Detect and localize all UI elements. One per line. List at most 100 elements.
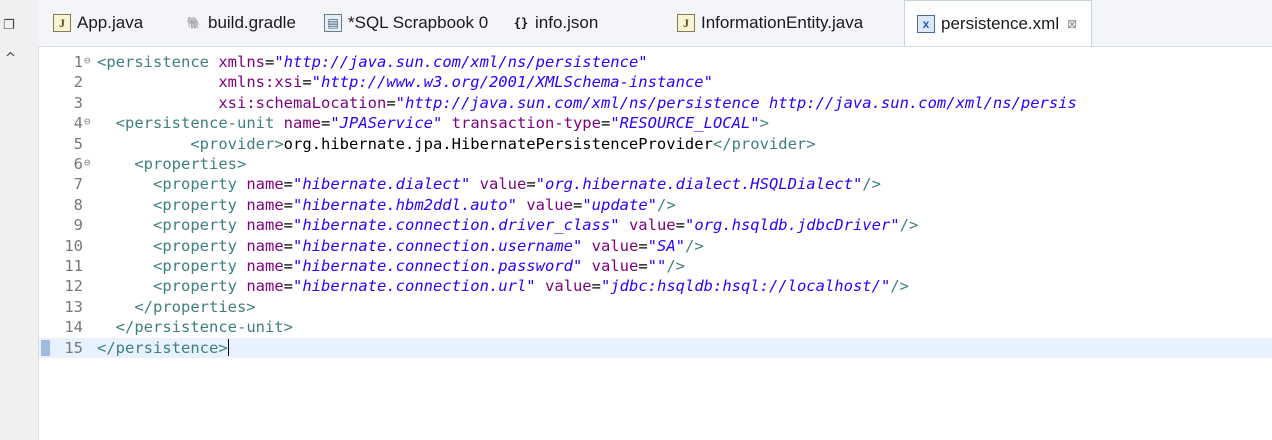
fold-toggle-icon[interactable]: ⊖ bbox=[84, 51, 91, 71]
syntax-token: "SA" bbox=[647, 236, 685, 255]
syntax-token bbox=[97, 196, 153, 214]
syntax-token bbox=[442, 114, 451, 132]
syntax-token: "jdbc:hsqldb:hsql://localhost/" bbox=[601, 277, 891, 296]
code-line[interactable]: 12 <property name="hibernate.connection.… bbox=[39, 276, 1272, 296]
syntax-token: <property bbox=[153, 195, 247, 214]
syntax-token: > bbox=[759, 114, 769, 133]
syntax-token bbox=[582, 237, 591, 255]
syntax-token: xmlns bbox=[218, 53, 265, 71]
syntax-token bbox=[97, 114, 116, 132]
line-number: 6 bbox=[73, 155, 83, 173]
syntax-token: "org.hibernate.dialect.HSQLDialect" bbox=[535, 175, 863, 194]
syntax-token: = bbox=[265, 53, 275, 71]
tab-label: info.json bbox=[535, 13, 599, 32]
tab-persistence-xml[interactable]: x persistence.xml ⊠ bbox=[904, 0, 1093, 46]
syntax-token: xsi:schemaLocation bbox=[218, 93, 387, 112]
tab-label: persistence.xml bbox=[941, 13, 1060, 33]
code-line[interactable]: 9 <property name="hibernate.connection.d… bbox=[39, 215, 1272, 235]
syntax-token bbox=[97, 175, 153, 193]
xml-editor[interactable]: 1 ⊖ <persistence xmlns="http://java.sun.co… bbox=[39, 47, 1272, 440]
java-file-icon: J bbox=[53, 14, 71, 32]
code-text: <persistence-unit name="JPAService" tran… bbox=[97, 113, 769, 133]
syntax-token bbox=[97, 155, 134, 173]
code-text: <persistence xmlns="http://java.sun.com/… bbox=[97, 52, 648, 72]
tab-information-entity-java[interactable]: J InformationEntity.java bbox=[677, 0, 863, 46]
tab-info-json[interactable]: {} info.json bbox=[513, 0, 599, 46]
code-text: </properties> bbox=[97, 297, 256, 317]
code-line[interactable]: 11 <property name="hibernate.connection.… bbox=[39, 256, 1272, 276]
syntax-token bbox=[97, 257, 153, 275]
code-text: <provider>org.hibernate.jpa.HibernatePer… bbox=[97, 134, 815, 154]
syntax-token bbox=[97, 135, 190, 153]
code-text: <property name="hibernate.connection.dri… bbox=[97, 215, 918, 235]
tab-sql-scrapbook[interactable]: ▤ *SQL Scrapbook 0 bbox=[324, 0, 488, 46]
tab-label: build.gradle bbox=[208, 13, 296, 32]
syntax-token: <property bbox=[153, 236, 247, 255]
syntax-token: "http://www.w3.org/2001/XMLSchema-instan… bbox=[311, 73, 713, 92]
syntax-token: "org.hsqldb.jdbcDriver" bbox=[684, 216, 900, 235]
code-line[interactable]: 13 </properties> bbox=[39, 297, 1272, 317]
syntax-token bbox=[517, 196, 526, 214]
syntax-token: "" bbox=[647, 257, 667, 275]
syntax-token: /> bbox=[666, 257, 685, 275]
syntax-token: <property bbox=[153, 277, 247, 296]
syntax-token: </persistence> bbox=[97, 338, 228, 357]
code-line[interactable]: 7 <property name="hibernate.dialect" val… bbox=[39, 174, 1272, 194]
code-line[interactable]: 3 xsi:schemaLocation="http://java.sun.co… bbox=[39, 93, 1272, 113]
code-text: </persistence> bbox=[97, 338, 229, 358]
code-text: <property name="hibernate.connection.url… bbox=[97, 276, 909, 296]
syntax-token: name bbox=[246, 277, 284, 296]
json-file-icon: {} bbox=[513, 16, 529, 30]
code-line[interactable]: 8 <property name="hibernate.hbm2ddl.auto… bbox=[39, 195, 1272, 215]
syntax-token: "hibernate.connection.url" bbox=[293, 277, 536, 296]
fold-toggle-icon[interactable]: ⊖ bbox=[84, 112, 91, 132]
syntax-token: /> bbox=[862, 175, 881, 194]
code-line[interactable]: 10 <property name="hibernate.connection.… bbox=[39, 236, 1272, 256]
tab-build-gradle[interactable]: 🐘 build.gradle bbox=[186, 0, 296, 46]
syntax-token: <provider> bbox=[190, 134, 284, 153]
line-number: 7 bbox=[73, 175, 83, 194]
restore-icon[interactable]: ❐ bbox=[3, 19, 15, 32]
line-number: 15 bbox=[64, 338, 83, 357]
gradle-file-icon: 🐘 bbox=[186, 16, 202, 30]
line-number: 4 bbox=[73, 114, 83, 133]
code-text: <property name="hibernate.connection.pas… bbox=[97, 256, 685, 276]
syntax-token: <persistence-unit bbox=[115, 114, 284, 133]
syntax-token: "hibernate.hbm2ddl.auto" bbox=[293, 195, 517, 214]
syntax-token: /> bbox=[684, 236, 704, 255]
editor-tab-bar: J App.java 🐘 build.gradle ▤ *SQL Scrapbo… bbox=[38, 0, 1272, 47]
code-line[interactable]: 14 </persistence-unit> bbox=[39, 317, 1272, 337]
syntax-token: <persistence bbox=[97, 53, 219, 71]
close-icon[interactable]: ⊠ bbox=[1067, 17, 1077, 31]
syntax-token: = bbox=[283, 277, 293, 296]
syntax-token: </properties> bbox=[134, 297, 256, 316]
syntax-token: = bbox=[526, 175, 536, 194]
fold-toggle-icon[interactable]: ⊖ bbox=[84, 153, 91, 173]
syntax-token: = bbox=[572, 195, 583, 214]
tab-app-java[interactable]: J App.java bbox=[53, 0, 143, 46]
code-line[interactable]: 5 <provider>org.hibernate.jpa.HibernateP… bbox=[39, 134, 1272, 154]
line-number: 14 bbox=[64, 318, 83, 337]
syntax-token: "http://java.sun.com/xml/ns/persistence" bbox=[274, 53, 648, 71]
code-text: xsi:schemaLocation="http://java.sun.com/… bbox=[97, 93, 1077, 113]
code-line[interactable]: 4 ⊖ <persistence-unit name="JPAService" t… bbox=[39, 113, 1272, 133]
code-line[interactable]: 2 xmlns:xsi="http://www.w3.org/2001/XMLS… bbox=[39, 72, 1272, 92]
code-line[interactable]: 15 </persistence> bbox=[39, 337, 1272, 358]
line-number: 12 bbox=[64, 277, 83, 296]
syntax-token: = bbox=[386, 93, 396, 112]
syntax-token: "update" bbox=[582, 195, 657, 214]
chevron-up-icon[interactable]: ^ bbox=[5, 51, 16, 66]
syntax-token: <property bbox=[153, 257, 247, 275]
code-line[interactable]: 1 ⊖ <persistence xmlns="http://java.sun.co… bbox=[39, 52, 1272, 72]
syntax-token: "hibernate.connection.password" bbox=[293, 257, 583, 275]
syntax-token: name bbox=[246, 175, 284, 194]
sql-scrapbook-icon: ▤ bbox=[324, 14, 342, 32]
syntax-token bbox=[97, 318, 116, 336]
code-text: </persistence-unit> bbox=[97, 317, 293, 337]
syntax-token: name bbox=[283, 114, 321, 133]
tab-label: App.java bbox=[77, 13, 144, 32]
syntax-token: value bbox=[591, 257, 639, 275]
syntax-token: = bbox=[638, 257, 648, 275]
code-line[interactable]: 6 ⊖ <properties> bbox=[39, 154, 1272, 174]
code-text: <property name="hibernate.connection.use… bbox=[97, 236, 704, 256]
